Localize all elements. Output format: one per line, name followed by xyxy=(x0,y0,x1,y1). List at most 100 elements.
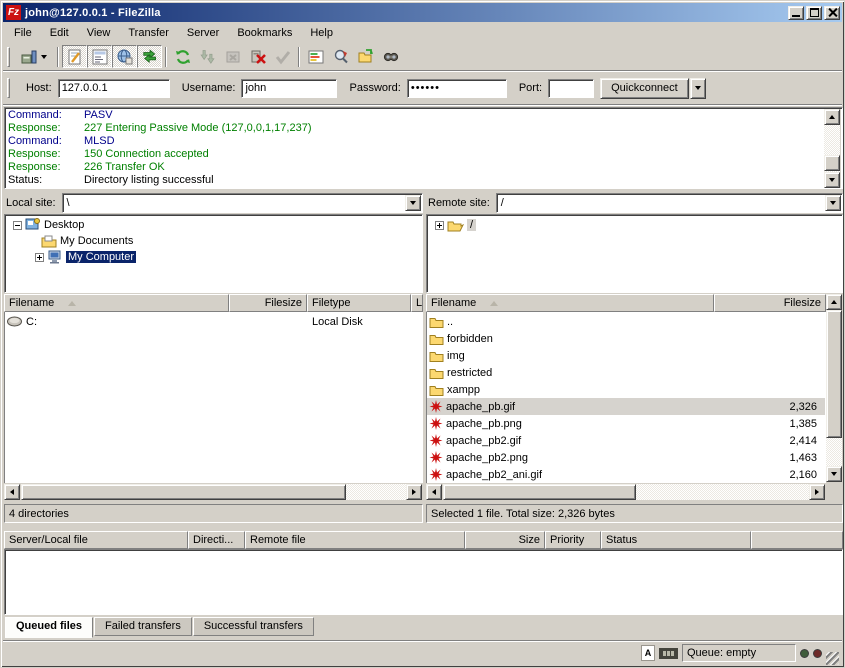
remote-file-row[interactable]: .. xyxy=(427,313,825,330)
quickconnect-bar: Host: Username: Password: Port: Quickcon… xyxy=(3,72,842,105)
menu-help[interactable]: Help xyxy=(301,25,342,41)
synchronized-browsing-button[interactable] xyxy=(353,45,378,68)
local-file-row[interactable]: C: Local Disk xyxy=(5,313,422,330)
tree-item-root[interactable]: / xyxy=(427,217,842,233)
local-site-dropdown-button[interactable] xyxy=(405,195,421,211)
remote-file-row[interactable]: apache_pb2_ani.gif 2,160 xyxy=(427,466,825,483)
menu-view[interactable]: View xyxy=(78,25,120,41)
filezilla-window: Fz john@127.0.0.1 - FileZilla File Edit … xyxy=(0,0,845,668)
scroll-thumb[interactable] xyxy=(824,155,840,171)
scroll-track[interactable] xyxy=(826,438,842,466)
queue-header: Server/Local file Directi... Remote file… xyxy=(4,531,843,549)
scroll-left-button[interactable] xyxy=(4,484,20,500)
queue-list[interactable] xyxy=(4,549,843,615)
quickconnect-button[interactable]: Quickconnect xyxy=(600,78,689,99)
tab-successful-transfers[interactable]: Successful transfers xyxy=(193,617,314,636)
remote-file-row[interactable]: restricted xyxy=(427,364,825,381)
username-input[interactable] xyxy=(241,79,337,98)
expand-icon[interactable] xyxy=(35,253,44,262)
remote-site-combo[interactable]: / xyxy=(496,193,843,213)
filter-button[interactable] xyxy=(328,45,353,68)
scroll-up-button[interactable] xyxy=(824,109,840,125)
scroll-down-button[interactable] xyxy=(824,172,840,188)
menu-bookmarks[interactable]: Bookmarks xyxy=(228,25,301,41)
local-list-hscrollbar[interactable] xyxy=(4,484,423,501)
tab-queued-files[interactable]: Queued files xyxy=(5,617,93,638)
remote-site-row: Remote site: / xyxy=(426,192,843,213)
scroll-down-button[interactable] xyxy=(826,466,842,482)
menu-transfer[interactable]: Transfer xyxy=(119,25,178,41)
menu-edit[interactable]: Edit xyxy=(41,25,78,41)
toggle-remote-tree-button[interactable] xyxy=(112,45,137,68)
host-input[interactable] xyxy=(58,79,170,98)
refresh-button[interactable] xyxy=(170,45,195,68)
toggle-local-tree-button[interactable] xyxy=(87,45,112,68)
remote-file-row-selected[interactable]: apache_pb.gif 2,326 xyxy=(427,398,825,415)
remote-list-hscrollbar[interactable] xyxy=(426,484,826,501)
apache-image-file-icon xyxy=(429,434,443,447)
expand-icon[interactable] xyxy=(435,221,444,230)
column-filename[interactable]: Filename xyxy=(426,294,714,312)
minimize-button[interactable] xyxy=(788,6,804,20)
remote-site-dropdown-button[interactable] xyxy=(825,195,841,211)
toolbar-grip[interactable] xyxy=(7,47,10,67)
tree-item-my-documents[interactable]: My Documents xyxy=(5,233,422,249)
tree-item-desktop[interactable]: Desktop xyxy=(5,217,422,233)
toggle-queue-button[interactable] xyxy=(137,45,162,68)
column-server-local-file[interactable]: Server/Local file xyxy=(4,531,188,549)
log-scrollbar[interactable] xyxy=(824,109,841,188)
directory-comparison-button[interactable] xyxy=(303,45,328,68)
scroll-thumb[interactable] xyxy=(21,484,346,500)
remote-list-scrollbar[interactable] xyxy=(826,294,843,483)
scroll-track[interactable] xyxy=(636,484,809,500)
tab-failed-transfers[interactable]: Failed transfers xyxy=(94,617,192,636)
remote-file-row[interactable]: forbidden xyxy=(427,330,825,347)
tree-item-my-computer[interactable]: My Computer xyxy=(5,249,422,265)
column-priority[interactable]: Priority xyxy=(545,531,601,549)
menu-server[interactable]: Server xyxy=(178,25,228,41)
scroll-right-button[interactable] xyxy=(406,484,422,500)
column-status[interactable]: Status xyxy=(601,531,751,549)
scroll-thumb[interactable] xyxy=(826,310,842,438)
folder-icon xyxy=(429,333,444,345)
menu-file[interactable]: File xyxy=(5,25,41,41)
file-search-button[interactable] xyxy=(378,45,403,68)
column-filesize[interactable]: Filesize xyxy=(714,294,826,312)
collapse-icon[interactable] xyxy=(13,221,22,230)
maximize-button[interactable] xyxy=(806,6,822,20)
transfer-type-indicator[interactable]: A xyxy=(641,645,655,661)
column-remote-file[interactable]: Remote file xyxy=(245,531,465,549)
scroll-thumb[interactable] xyxy=(443,484,636,500)
process-queue-button[interactable] xyxy=(195,45,220,68)
scroll-left-button[interactable] xyxy=(426,484,442,500)
remote-file-row[interactable]: img xyxy=(427,347,825,364)
local-status-text: 4 directories xyxy=(4,504,423,523)
remote-file-row[interactable]: apache_pb2.png 1,463 xyxy=(427,449,825,466)
column-filetype[interactable]: Filetype xyxy=(307,294,411,312)
resize-grip[interactable] xyxy=(826,652,839,665)
column-direction[interactable]: Directi... xyxy=(188,531,245,549)
disconnect-button[interactable] xyxy=(245,45,270,68)
cancel-operation-button[interactable] xyxy=(220,45,245,68)
reconnect-button[interactable] xyxy=(270,45,295,68)
port-input[interactable] xyxy=(548,79,594,98)
remote-file-row[interactable]: apache_pb.png 1,385 xyxy=(427,415,825,432)
quickconnect-dropdown-button[interactable] xyxy=(690,78,706,99)
password-input[interactable] xyxy=(407,79,507,98)
quickbar-grip[interactable] xyxy=(7,78,10,98)
scroll-track[interactable] xyxy=(346,484,406,500)
remote-file-row[interactable]: xampp xyxy=(427,381,825,398)
column-lastmodified[interactable]: L xyxy=(411,294,423,312)
toggle-message-log-button[interactable] xyxy=(62,45,87,68)
column-filesize[interactable]: Filesize xyxy=(229,294,307,312)
site-manager-button[interactable] xyxy=(14,45,54,68)
message-log: Command:PASV Response:227 Entering Passi… xyxy=(4,107,843,189)
scroll-up-button[interactable] xyxy=(826,294,842,310)
local-file-list: C: Local Disk xyxy=(4,312,423,483)
column-filename[interactable]: Filename xyxy=(4,294,229,312)
scroll-right-button[interactable] xyxy=(809,484,825,500)
local-site-combo[interactable]: \ xyxy=(62,193,423,213)
remote-file-row[interactable]: apache_pb2.gif 2,414 xyxy=(427,432,825,449)
column-size[interactable]: Size xyxy=(465,531,545,549)
close-button[interactable] xyxy=(824,6,840,20)
